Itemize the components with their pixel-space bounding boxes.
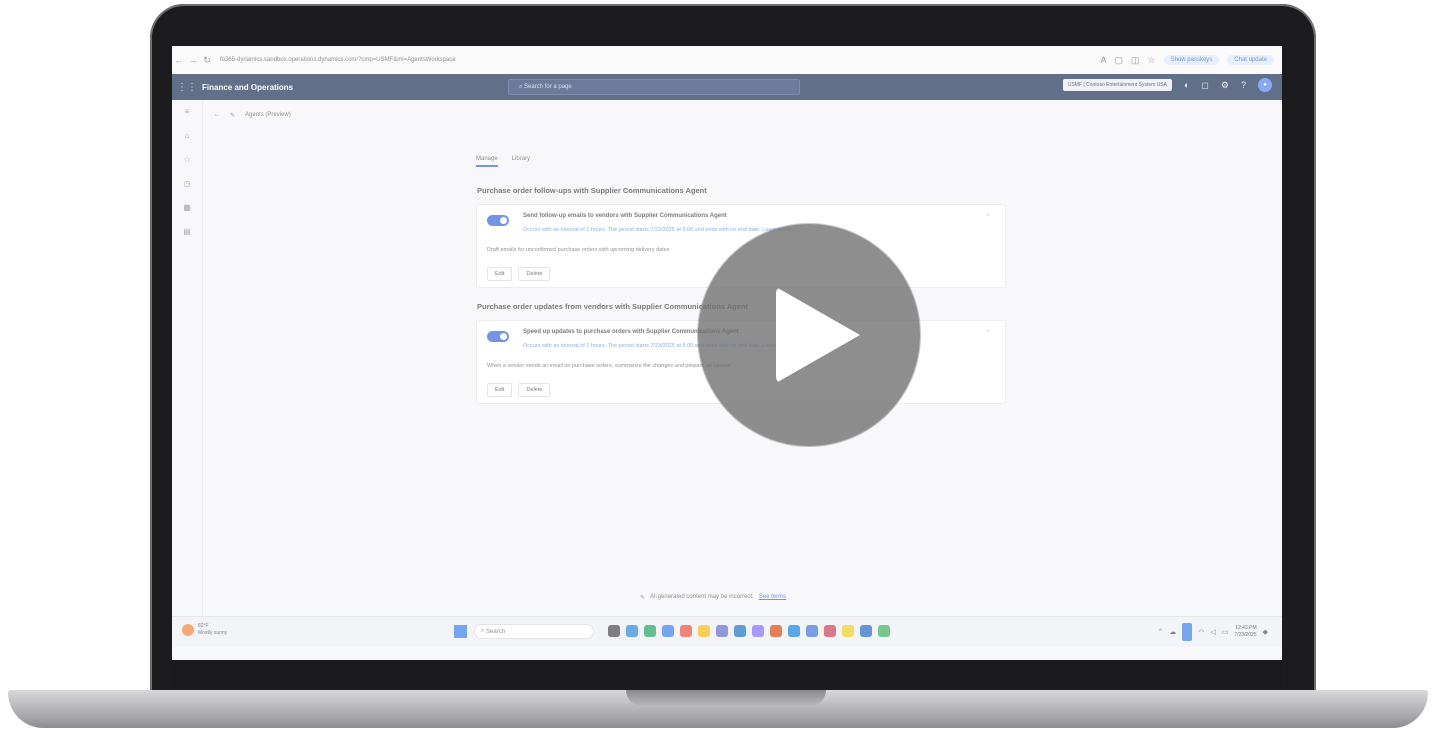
- app-launcher-icon[interactable]: ⋮⋮: [172, 82, 202, 93]
- taskbar-app-icon[interactable]: [752, 625, 764, 637]
- ai-note-text: AI-generated content may be incorrect.: [650, 594, 754, 600]
- address-bar[interactable]: fo365-dynamics.sandbox.operations.dynami…: [220, 57, 456, 63]
- favorites-icon[interactable]: ☆: [172, 148, 202, 172]
- back-icon[interactable]: ←: [172, 55, 186, 65]
- taskbar-search-placeholder: Search: [486, 628, 506, 635]
- taskbar-apps: [608, 625, 890, 637]
- agent-toggle[interactable]: [487, 331, 509, 342]
- weather-widget[interactable]: 82°F Mostly sunny: [182, 623, 227, 637]
- taskbar-app-icon[interactable]: [806, 625, 818, 637]
- edit-button[interactable]: Edit: [487, 383, 513, 397]
- screen-bezel: [172, 660, 1282, 688]
- app-header: ⋮⋮ Finance and Operations ⌕ Search for a…: [172, 74, 1282, 100]
- volume-icon[interactable]: ◁: [1210, 628, 1215, 636]
- profile-pill[interactable]: Show passkeys: [1163, 55, 1220, 65]
- app-title: Finance and Operations: [202, 82, 294, 92]
- section-title: Purchase order follow-ups with Supplier …: [477, 186, 707, 195]
- play-icon: [776, 287, 860, 383]
- system-tray: ⌃ ☁ ◠ ◁ ▭ 12:43 PM 7/23/2025 ◆: [1157, 623, 1268, 641]
- update-pill[interactable]: Chat update: [1227, 55, 1274, 65]
- modules-icon[interactable]: ▤: [172, 220, 202, 244]
- page-search-input[interactable]: ⌕ Search for a page: [508, 79, 800, 95]
- cloud-icon[interactable]: ☁: [1169, 628, 1176, 636]
- avatar[interactable]: ●: [1258, 78, 1272, 92]
- forward-icon[interactable]: →: [186, 55, 200, 65]
- see-terms-link[interactable]: See terms: [759, 594, 786, 601]
- left-nav-rail: ≡ ⌂ ☆ ◷ ▦ ▤: [172, 100, 203, 616]
- start-icon[interactable]: [454, 625, 467, 638]
- chevron-up-icon[interactable]: ⌃: [1157, 628, 1163, 636]
- taskbar-app-icon[interactable]: [860, 625, 872, 637]
- delete-button[interactable]: Delete: [518, 267, 551, 281]
- taskbar-app-icon[interactable]: [824, 625, 836, 637]
- recent-icon[interactable]: ◷: [172, 172, 202, 196]
- taskbar-app-icon[interactable]: [788, 625, 800, 637]
- taskbar-app-icon[interactable]: [716, 625, 728, 637]
- weather-icon: [182, 624, 194, 636]
- agent-toggle[interactable]: [487, 215, 509, 226]
- help-icon[interactable]: ?: [1241, 80, 1246, 90]
- taskbar-app-icon[interactable]: [842, 625, 854, 637]
- tab-manage[interactable]: Manage: [476, 156, 498, 167]
- delete-button[interactable]: Delete: [518, 383, 551, 397]
- search-placeholder: Search for a page: [524, 84, 572, 90]
- agent-icon: ✎: [230, 113, 236, 119]
- browser-bar: ← → ↻ fo365-dynamics.sandbox.operations.…: [172, 46, 1282, 75]
- home-icon[interactable]: ⌂: [172, 124, 202, 148]
- workspaces-icon[interactable]: ▦: [172, 196, 202, 220]
- weather-desc: Mostly sunny: [198, 630, 228, 636]
- taskbar-app-icon[interactable]: [608, 625, 620, 637]
- battery-icon[interactable]: ▭: [1222, 628, 1229, 636]
- page-title: Agents (Preview): [245, 112, 291, 118]
- clock-date: 7/23/2025: [1234, 632, 1257, 638]
- more-options-icon[interactable]: ⌃: [985, 213, 991, 221]
- favorites-icon[interactable]: ☆: [1148, 55, 1156, 66]
- notification-bell-icon[interactable]: ◆: [1263, 628, 1268, 636]
- copilot-icon[interactable]: ◐: [1184, 80, 1189, 90]
- taskbar-app-icon[interactable]: [626, 625, 638, 637]
- taskbar-search[interactable]: ⌕ Search: [474, 624, 594, 639]
- taskbar-app-icon[interactable]: [698, 625, 710, 637]
- weather-temp: 82°F: [198, 623, 209, 629]
- settings-icon[interactable]: ⚙: [1221, 80, 1229, 91]
- edit-button[interactable]: Edit: [487, 267, 513, 281]
- card-description: Draft emails for unconfirmed purchase or…: [487, 247, 670, 253]
- play-button[interactable]: [698, 224, 920, 446]
- taskbar-app-icon[interactable]: [644, 625, 656, 637]
- card-schedule[interactable]: Occurs with an interval of 1 hours. The …: [523, 227, 790, 233]
- taskbar-app-icon[interactable]: [680, 625, 692, 637]
- wifi-icon[interactable]: ◠: [1198, 628, 1204, 636]
- breadcrumb: ← ✎ Agents (Preview): [214, 112, 291, 119]
- taskbar-app-icon[interactable]: [734, 625, 746, 637]
- notifications-icon[interactable]: ◻: [1201, 80, 1208, 91]
- company-picker[interactable]: USMF | Contoso Entertainment System USA: [1062, 79, 1172, 91]
- ai-disclaimer: ✎ AI-generated content may be incorrect.…: [640, 594, 786, 601]
- refresh-icon[interactable]: ↻: [200, 55, 214, 66]
- taskbar: 82°F Mostly sunny ⌕ Search ⌃ ☁ ◠ ◁ ▭ 12:…: [172, 616, 1282, 647]
- sparkle-icon: ✎: [640, 595, 646, 601]
- card-heading: Send follow-up emails to vendors with Su…: [523, 213, 727, 219]
- split-screen-icon[interactable]: ◫: [1131, 55, 1140, 66]
- card-description: When a vendor sends an email on purchase…: [487, 363, 731, 369]
- menu-icon[interactable]: ≡: [172, 100, 202, 124]
- more-options-icon[interactable]: ⌃: [985, 329, 991, 337]
- laptop-notch: [626, 690, 826, 706]
- clock-time: 12:43 PM: [1235, 625, 1257, 631]
- tab-strip: Manage Library: [476, 156, 530, 167]
- taskbar-app-icon[interactable]: [662, 625, 674, 637]
- active-tray-icon[interactable]: [1182, 623, 1193, 641]
- tab-icon[interactable]: ▢: [1115, 55, 1124, 66]
- taskbar-app-icon[interactable]: [878, 625, 890, 637]
- back-arrow-icon[interactable]: ←: [214, 112, 220, 119]
- taskbar-app-icon[interactable]: [770, 625, 782, 637]
- tab-library[interactable]: Library: [512, 156, 530, 167]
- clock[interactable]: 12:43 PM 7/23/2025: [1234, 625, 1256, 639]
- read-aloud-icon[interactable]: A: [1100, 55, 1106, 65]
